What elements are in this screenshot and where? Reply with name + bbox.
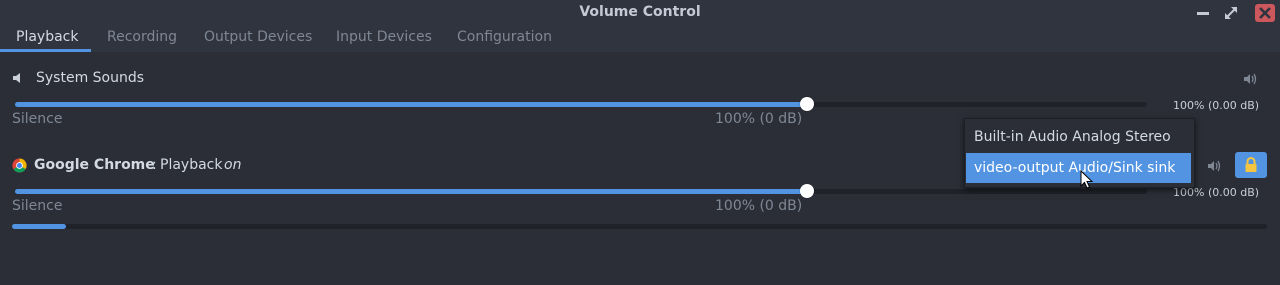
- stream-name: System Sounds: [36, 70, 145, 86]
- active-tab-indicator: [0, 49, 91, 52]
- title-bar: Volume Control: [0, 0, 1280, 26]
- level-meter-fill: [12, 224, 66, 229]
- minimize-icon[interactable]: [1194, 4, 1212, 22]
- volume-slider[interactable]: [15, 189, 1147, 194]
- tab-configuration[interactable]: Configuration: [457, 29, 552, 52]
- menu-item-device-selected[interactable]: video-output Audio/Sink sink: [966, 153, 1191, 183]
- stream-description: Playback: [160, 157, 223, 173]
- tab-output-devices[interactable]: Output Devices: [204, 29, 312, 52]
- scale-min-label: Silence: [12, 111, 63, 127]
- tab-input-devices[interactable]: Input Devices: [336, 29, 432, 52]
- scale-100-label: 100% (0 dB): [715, 111, 803, 127]
- scale-100-label: 100% (0 dB): [715, 198, 803, 214]
- menu-item-device[interactable]: Built-in Audio Analog Stereo: [966, 122, 1191, 152]
- tab-recording[interactable]: Recording: [107, 29, 177, 52]
- volume-fill: [15, 102, 808, 107]
- stream-name: Google Chrome: [34, 157, 155, 173]
- scale-min-label: Silence: [12, 198, 63, 214]
- lock-icon: [1245, 157, 1257, 172]
- level-meter: [12, 224, 1267, 229]
- maximize-icon[interactable]: [1222, 4, 1240, 22]
- volume-fill: [15, 189, 808, 194]
- tab-bar: Playback Recording Output Devices Input …: [0, 26, 1280, 52]
- volume-slider-handle[interactable]: [800, 184, 815, 198]
- volume-slider-handle[interactable]: [800, 97, 815, 111]
- volume-icon[interactable]: [1206, 158, 1222, 174]
- window-title: Volume Control: [579, 4, 701, 20]
- close-icon[interactable]: [1255, 4, 1275, 22]
- cursor-icon: [1080, 170, 1094, 189]
- volume-icon[interactable]: [1242, 71, 1258, 87]
- stream-separator: :: [152, 157, 157, 173]
- lock-channels-button[interactable]: [1235, 152, 1267, 178]
- speaker-icon: [13, 73, 20, 83]
- volume-slider[interactable]: [15, 102, 1147, 107]
- volume-readout: 100% (0.00 dB): [1173, 99, 1260, 112]
- stream-state: on: [224, 157, 242, 173]
- chrome-icon: [12, 158, 27, 173]
